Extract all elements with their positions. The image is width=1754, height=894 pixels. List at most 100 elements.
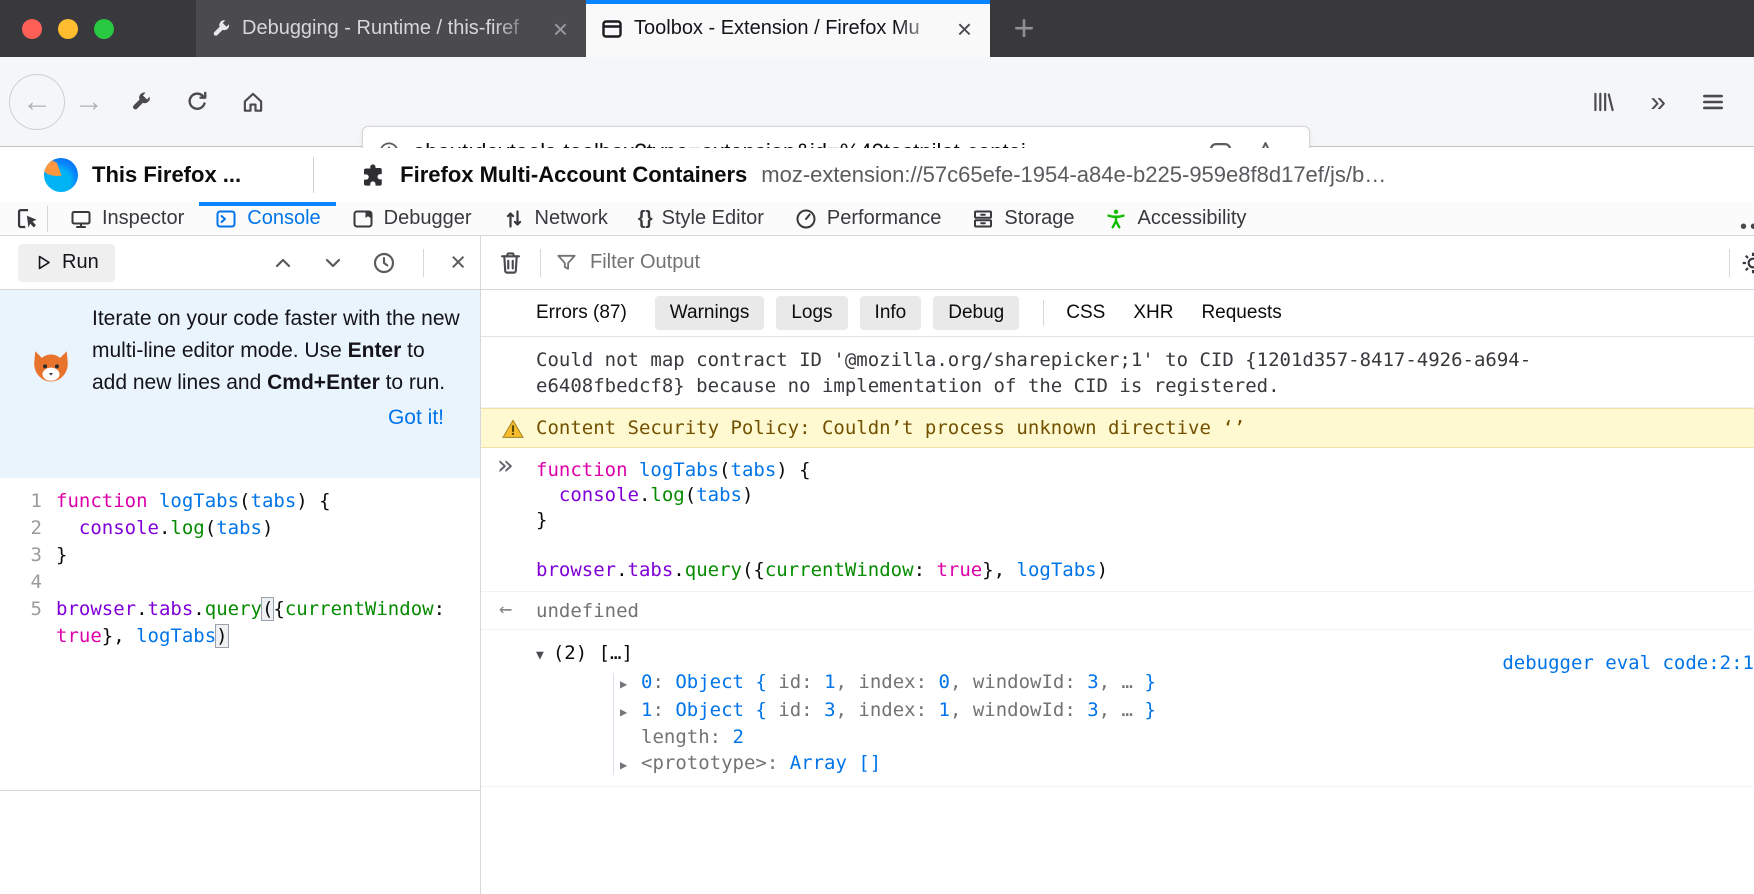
storage-icon [971,207,995,231]
runtime-label: This Firefox ... [92,162,241,188]
filter-css[interactable]: CSS [1066,302,1105,324]
extension-name: Firefox Multi-Account Containers [400,162,747,188]
twisty-open-icon[interactable]: ▼ [536,648,544,663]
close-icon: × [450,247,466,277]
console-result-row: ← undefined [481,592,1754,630]
line-number: 2 [0,515,56,542]
back-button[interactable]: ← [9,74,65,130]
performance-icon [794,207,818,231]
editor-bottom-border [0,790,480,791]
close-tab-icon[interactable]: × [953,16,976,42]
back-icon: ← [22,85,52,119]
zoom-window-button[interactable] [94,19,114,39]
line-number: 5 [0,596,56,623]
csp-warning-text: Content Security Policy: Couldn’t proces… [536,417,1245,439]
echo-code-line [536,533,1754,558]
filter-xhr[interactable]: XHR [1133,302,1173,324]
filter-logs[interactable]: Logs [776,296,847,330]
result-arrow-icon: ← [499,598,512,622]
array-header-row[interactable]: ▼(2) […] debugger eval code:2:1 [536,640,1754,669]
evaluation-history-button[interactable] [371,250,397,276]
tab-label: Accessibility [1137,207,1246,230]
editor-line[interactable]: true}, logTabs) [0,623,480,650]
tab-storage[interactable]: Storage [956,202,1089,236]
library-button[interactable] [1590,89,1616,115]
run-button[interactable]: Run [18,244,115,282]
developer-tools-button[interactable] [113,90,169,114]
tab-label: Storage [1004,207,1074,230]
tab-debugger[interactable]: Debugger [336,202,487,236]
tab-inspector[interactable]: Inspector [54,202,199,236]
tab-label: Performance [827,207,942,230]
filter-requests[interactable]: Requests [1201,302,1281,324]
filter-warnings[interactable]: Warnings [655,296,765,330]
array-item-row[interactable]: ▶0: Object { id: 1, index: 0, windowId: … [536,670,1754,698]
console-output[interactable]: Could not map contract ID '@mozilla.org/… [481,337,1754,894]
multiline-editor[interactable]: 1function logTabs(tabs) { 2 console.log(… [0,478,480,790]
library-icon [1590,89,1616,115]
divider [47,206,48,232]
fox-icon [30,346,72,388]
array-prototype-row[interactable]: ▶<prototype>: Array [] [536,751,1754,779]
close-window-button[interactable] [22,19,42,39]
filter-errors[interactable]: Errors (87) [536,302,627,324]
close-tab-icon[interactable]: × [549,16,572,42]
editor-line[interactable]: 4 [0,569,480,596]
window-titlebar: Debugging - Runtime / this-firef × Toolb… [0,0,1754,57]
code-text: true}, logTabs) [56,623,228,650]
got-it-link[interactable]: Got it! [92,402,464,434]
forward-button[interactable]: → [65,85,113,119]
browser-tab-debugging[interactable]: Debugging - Runtime / this-firef × [196,0,586,57]
divider [423,249,424,277]
app-menu-button[interactable] [1700,89,1726,115]
browser-tab-toolbox[interactable]: Toolbox - Extension / Firefox Mu × [586,0,990,57]
clear-console-button[interactable] [497,249,524,276]
twisty-closed-icon[interactable]: ▶ [620,700,641,726]
code-text: console.log(tabs) [56,515,273,542]
editor-line[interactable]: 3} [0,542,480,569]
toolbars-row: Run × [0,236,1754,290]
echo-code-line: } [536,508,1754,533]
editor-line[interactable]: 2 console.log(tabs) [0,515,480,542]
next-expression-button[interactable] [321,251,345,275]
editor-notification: Iterate on your code faster with the new… [0,290,480,478]
tab-performance[interactable]: Performance [779,202,957,236]
settings-gear-icon[interactable] [1740,250,1754,276]
twisty-closed-icon[interactable]: ▶ [620,753,641,779]
tab-accessibility[interactable]: Accessibility [1089,202,1261,236]
debugger-icon [351,207,375,231]
length-text: length: 2 [641,726,744,748]
close-editor-button[interactable]: × [450,249,466,276]
tab-console[interactable]: Console [199,202,335,236]
new-tab-button[interactable]: + [1004,8,1044,48]
console-input-echo: » function logTabs(tabs) { console.log(t… [481,448,1754,592]
editor-line[interactable]: 5browser.tabs.query({currentWindow: [0,596,480,623]
inspector-icon [69,207,93,231]
wrench-icon [210,18,232,40]
traffic-lights [22,19,114,39]
home-button[interactable] [225,89,281,115]
tab-style-editor[interactable]: {} Style Editor [623,202,779,236]
tab-label: Network [535,207,608,230]
filter-debug[interactable]: Debug [933,296,1019,330]
previous-expression-button[interactable] [271,251,295,275]
editor-line[interactable]: 1function logTabs(tabs) { [0,488,480,515]
echo-code-line: console.log(tabs) [536,483,1754,508]
minimize-window-button[interactable] [58,19,78,39]
tab-label: Console [247,207,320,230]
filter-info[interactable]: Info [860,296,922,330]
node-picker-button[interactable] [14,205,41,232]
input-echo-icon: » [497,450,513,481]
gear-icon [1740,250,1754,276]
console-message-csp-warning: Content Security Policy: Couldn’t proces… [481,408,1754,448]
prototype-text: <prototype>: Array [] [641,752,881,774]
overflow-menu-button[interactable]: » [1650,86,1666,118]
tab-network[interactable]: Network [487,202,623,236]
tab-title: Toolbox - Extension / Firefox Mu [634,17,943,40]
devtools-tabbar: Inspector Console Debugger Network {} St… [0,202,1754,236]
twisty-closed-icon[interactable]: ▶ [620,672,641,698]
filter-output-input[interactable] [588,250,1754,275]
console-filter-bar: Errors (87) Warnings Logs Info Debug CSS… [481,290,1754,337]
array-item-row[interactable]: ▶1: Object { id: 3, index: 1, windowId: … [536,698,1754,726]
reload-button[interactable] [169,89,225,115]
